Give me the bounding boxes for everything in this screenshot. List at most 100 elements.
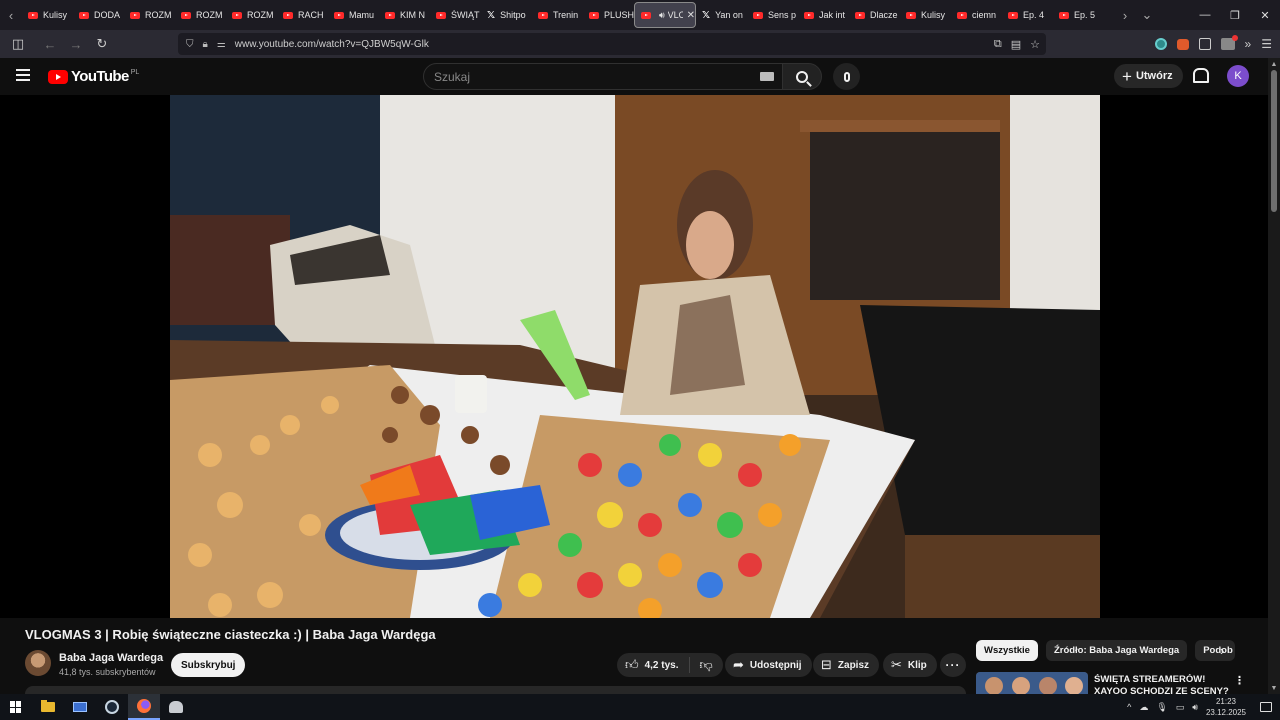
browser-tab[interactable]: RACH bbox=[277, 2, 328, 28]
clip-button[interactable]: ✂ Klip bbox=[883, 653, 937, 677]
browser-tab[interactable]: 𝕏 Yan on bbox=[696, 2, 747, 28]
close-window-icon[interactable]: ✕ bbox=[1250, 0, 1280, 30]
sidebar-toggle-icon[interactable]: ◫ bbox=[6, 32, 30, 56]
start-button[interactable] bbox=[0, 694, 32, 720]
chips-next-icon[interactable]: › bbox=[1220, 643, 1224, 658]
taskbar-file-explorer[interactable] bbox=[32, 694, 64, 720]
taskbar-this-pc[interactable] bbox=[64, 694, 96, 720]
save-button[interactable]: ⊟ Zapisz bbox=[813, 653, 880, 677]
like-button[interactable]: 👍︎ 4,2 tys. bbox=[617, 657, 690, 673]
more-actions-icon[interactable]: ··· bbox=[940, 653, 966, 677]
tab-close-icon[interactable]: ✕ bbox=[687, 10, 695, 21]
browser-tab[interactable]: ciemn bbox=[951, 2, 1002, 28]
browser-tab[interactable]: Ep. 4 bbox=[1002, 2, 1053, 28]
browser-tab[interactable]: Kulisy bbox=[22, 2, 73, 28]
youtube-logo[interactable]: YouTube PL bbox=[48, 68, 139, 85]
browser-tab[interactable]: ROZM bbox=[124, 2, 175, 28]
taskbar-firefox[interactable] bbox=[128, 694, 160, 720]
monitor-icon bbox=[73, 702, 87, 712]
browser-tab[interactable]: KIM N bbox=[379, 2, 430, 28]
browser-tab[interactable]: Sens p bbox=[747, 2, 798, 28]
chip-source-channel[interactable]: Źródło: Baba Jaga Wardega bbox=[1045, 640, 1188, 661]
dislike-button[interactable]: 👎︎ bbox=[690, 657, 723, 673]
recommended-video-thumbnail[interactable] bbox=[976, 672, 1088, 694]
scroll-up-icon[interactable]: ▲ bbox=[1268, 61, 1280, 68]
notifications-bell-icon[interactable] bbox=[1192, 67, 1209, 83]
keyboard-icon[interactable] bbox=[760, 72, 774, 81]
picture-in-picture-icon[interactable]: ⧉ bbox=[994, 38, 1002, 51]
minimize-icon[interactable]: — bbox=[1190, 0, 1220, 30]
forward-icon[interactable]: → bbox=[64, 32, 88, 56]
search-button[interactable] bbox=[782, 63, 822, 90]
taskbar-steam[interactable] bbox=[96, 694, 128, 720]
search-box[interactable] bbox=[423, 63, 783, 90]
tabs-scroll-right-icon[interactable]: › bbox=[1114, 0, 1136, 30]
voice-search-button[interactable] bbox=[833, 63, 860, 90]
extension-vpn-icon[interactable] bbox=[1154, 38, 1167, 50]
lock-icon[interactable]: 🔒︎ bbox=[203, 39, 208, 50]
youtube-icon bbox=[538, 11, 548, 19]
browser-tab[interactable]: PLUSH bbox=[583, 2, 634, 28]
tab-audio-icon[interactable]: 🔊︎ bbox=[659, 10, 665, 21]
clock[interactable]: 21:23 23.12.2025 bbox=[1206, 696, 1246, 718]
browser-tab[interactable]: Kulisy bbox=[900, 2, 951, 28]
page-scrollbar[interactable]: ▲ ▼ bbox=[1268, 58, 1280, 694]
extension-fox-icon[interactable] bbox=[1176, 38, 1189, 50]
scroll-down-icon[interactable]: ▼ bbox=[1268, 685, 1280, 692]
bookmark-star-icon[interactable]: ☆ bbox=[1030, 38, 1040, 51]
list-all-tabs-icon[interactable]: ⌄ bbox=[1136, 0, 1158, 30]
volume-icon[interactable]: 🔊︎ bbox=[1192, 702, 1198, 713]
browser-tab[interactable]: Mamu bbox=[328, 2, 379, 28]
restore-icon[interactable]: ❐ bbox=[1220, 0, 1250, 30]
video-frame[interactable] bbox=[170, 95, 1100, 618]
chip-all[interactable]: Wszystkie bbox=[976, 640, 1038, 661]
reader-view-icon[interactable]: ▤ bbox=[1011, 38, 1021, 51]
recommended-video-title[interactable]: ŚWIĘTA STREAMERÓW! XAYOO SCHODZI ZE SCEN… bbox=[1094, 674, 1232, 694]
youtube-icon bbox=[855, 11, 865, 19]
browser-tab[interactable]: ROZM bbox=[175, 2, 226, 28]
scroll-thumb[interactable] bbox=[1271, 70, 1277, 212]
video-player[interactable] bbox=[0, 95, 1268, 618]
network-icon[interactable]: ▭ bbox=[1176, 702, 1185, 713]
subscribe-button[interactable]: Subskrybuj bbox=[171, 653, 246, 677]
app-menu-icon[interactable]: ☰ bbox=[1261, 37, 1272, 51]
x-icon: 𝕏 bbox=[487, 9, 496, 21]
account-avatar[interactable]: K bbox=[1227, 65, 1249, 87]
back-icon[interactable]: ← bbox=[38, 32, 62, 56]
taskbar-tool-app[interactable] bbox=[160, 694, 192, 720]
url-text[interactable]: www.youtube.com/watch?v=QJBW5qW-Glk bbox=[235, 39, 429, 50]
search-input[interactable] bbox=[434, 69, 734, 84]
browser-tab-active[interactable]: 🔊︎VLOG ✕ bbox=[634, 2, 696, 28]
browser-tab[interactable]: DODA bbox=[73, 2, 124, 28]
overflow-chevrons-icon[interactable]: » bbox=[1245, 37, 1252, 51]
browser-tab[interactable]: 𝕏 Shitpo bbox=[481, 2, 532, 28]
youtube-icon bbox=[385, 11, 395, 19]
description-box[interactable] bbox=[25, 686, 966, 694]
browser-tab[interactable]: Jak int bbox=[798, 2, 849, 28]
extension-badge-icon[interactable] bbox=[1220, 35, 1238, 50]
notification-center-icon[interactable] bbox=[1260, 702, 1272, 712]
shield-icon[interactable]: ⛉ bbox=[186, 39, 194, 50]
reload-icon[interactable]: ↻ bbox=[90, 32, 114, 56]
browser-tab[interactable]: Trenin bbox=[532, 2, 583, 28]
permissions-icon[interactable]: ⚌ bbox=[217, 39, 226, 50]
browser-tab[interactable]: ŚWIĄT bbox=[430, 2, 481, 28]
onedrive-icon[interactable]: ☁ bbox=[1139, 702, 1148, 713]
browser-tab[interactable]: ROZM bbox=[226, 2, 277, 28]
create-button[interactable]: + Utwórz bbox=[1114, 64, 1183, 88]
extensions-puzzle-icon[interactable] bbox=[1198, 38, 1211, 50]
address-bar[interactable]: ⛉ 🔒︎ ⚌ www.youtube.com/watch?v=QJBW5qW-G… bbox=[178, 33, 1046, 55]
youtube-icon bbox=[79, 11, 89, 19]
browser-tab[interactable]: Ep. 5 bbox=[1053, 2, 1104, 28]
browser-tab[interactable]: Dlacze bbox=[849, 2, 900, 28]
tray-expand-icon[interactable]: ^ bbox=[1127, 702, 1131, 712]
recommended-more-icon[interactable]: ⋮ bbox=[1234, 674, 1245, 687]
channel-avatar[interactable] bbox=[25, 650, 51, 676]
tabs-scroll-left-icon[interactable]: ‹ bbox=[0, 0, 22, 30]
guide-menu-icon[interactable] bbox=[16, 69, 30, 81]
share-button[interactable]: ➦ Udostępnij bbox=[725, 653, 812, 677]
chip-similar[interactable]: Podob bbox=[1195, 640, 1236, 661]
channel-name[interactable]: Baba Jaga Wardega bbox=[59, 652, 163, 664]
microphone-tray-icon[interactable]: 🎙︎ bbox=[1156, 702, 1167, 713]
youtube-icon bbox=[283, 11, 293, 19]
